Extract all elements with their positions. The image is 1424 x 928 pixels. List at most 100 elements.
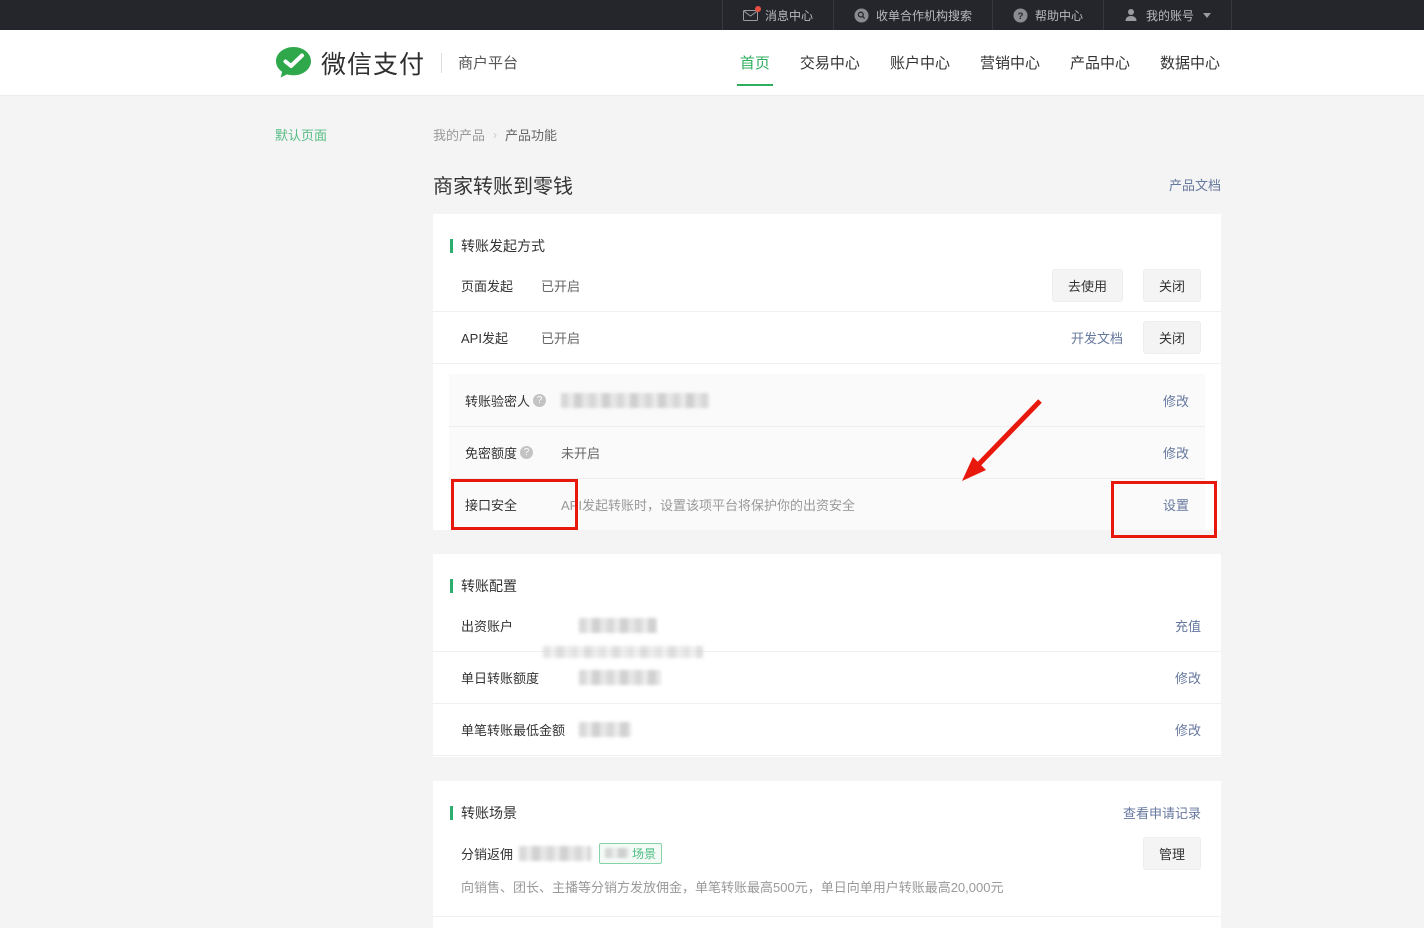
brand-name: 微信支付 <box>321 45 425 81</box>
nav-item-account-center[interactable]: 账户中心 <box>890 30 950 95</box>
badge-suffix: 场景 <box>632 845 656 862</box>
notification-dot <box>755 6 761 12</box>
row-label: 单笔转账最低金额 <box>461 720 579 739</box>
header: 微信支付 商户平台 首页 交易中心 账户中心 营销中心 产品中心 数据中心 <box>0 30 1424 96</box>
page-body: 默认页面 我的产品 › 产品功能 商家转账到零钱 产品文档 转账发起方式 页面发… <box>0 96 1424 928</box>
settings-link[interactable]: 设置 <box>1163 495 1189 514</box>
brand-divider <box>441 53 442 73</box>
masked-value <box>561 393 709 408</box>
scene-description: 向销售、团长、主播等分销方发放佣金，单笔转账最高500元，单日向单用户转账最高2… <box>433 875 1221 916</box>
section-title: 转账场景 <box>461 803 517 823</box>
page-title-row: 商家转账到零钱 产品文档 <box>433 170 1221 199</box>
row-api-initiate: API发起 已开启 开发文档 关闭 <box>433 312 1221 364</box>
section-title-row: 转账场景 查看申请记录 <box>433 803 1221 823</box>
row-label: 转账验密人 ? <box>465 391 561 410</box>
brand: 微信支付 商户平台 <box>275 45 518 81</box>
product-doc-link[interactable]: 产品文档 <box>1169 175 1221 194</box>
card-transfer-scenes: 转账场景 查看申请记录 分销返佣 场景 管理 向销售、团长、主播等分销方发放佣金… <box>433 781 1221 928</box>
section-title: 转账配置 <box>461 576 517 596</box>
section-title-row: 转账配置 <box>433 576 1221 596</box>
scene-label: 分销返佣 <box>461 844 513 863</box>
api-settings-panel: 转账验密人 ? 修改 免密额度 ? 未开启 修改 <box>449 374 1205 530</box>
topbar-item-label: 消息中心 <box>765 7 813 24</box>
chevron-down-icon <box>1203 13 1211 18</box>
masked-value <box>579 618 657 633</box>
page-title: 商家转账到零钱 <box>433 170 573 199</box>
nav-item-marketing-center[interactable]: 营销中心 <box>980 30 1040 95</box>
nav-item-data-center[interactable]: 数据中心 <box>1160 30 1220 95</box>
row-password-free-limit: 免密额度 ? 未开启 修改 <box>449 426 1205 478</box>
row-label: 出资账户 <box>461 616 579 635</box>
section-title-row: 转账发起方式 <box>433 236 1221 256</box>
masked-badge-value <box>605 848 629 858</box>
help-icon: ? <box>1013 8 1028 23</box>
brand-platform: 商户平台 <box>458 52 518 73</box>
masked-value <box>579 722 631 737</box>
sidebar-item-default-page[interactable]: 默认页面 <box>275 125 433 144</box>
modify-link[interactable]: 修改 <box>1163 391 1189 410</box>
row-verify-person: 转账验密人 ? 修改 <box>449 374 1205 426</box>
row-min-amount: 单笔转账最低金额 修改 <box>433 704 1221 756</box>
row-status: 未开启 <box>561 443 600 462</box>
masked-value <box>579 670 661 685</box>
topbar-item-my-account[interactable]: 我的账号 <box>1103 0 1232 30</box>
modify-link[interactable]: 修改 <box>1163 443 1189 462</box>
section-accent-bar <box>450 579 453 593</box>
search-icon <box>854 8 869 23</box>
row-label: 接口安全 <box>465 495 561 514</box>
row-status: 已开启 <box>541 276 580 295</box>
row-daily-limit: 单日转账额度 修改 <box>433 652 1221 704</box>
card-transfer-config: 转账配置 出资账户 充值 单日转账额度 修改 单笔转账最低金额 <box>433 554 1221 757</box>
message-icon <box>743 8 758 23</box>
topbar-item-label: 帮助中心 <box>1035 7 1083 24</box>
close-button[interactable]: 关闭 <box>1143 269 1201 302</box>
row-label: 页面发起 <box>461 276 541 295</box>
scene-count-badge: 场景 <box>599 843 662 864</box>
main-nav: 首页 交易中心 账户中心 营销中心 产品中心 数据中心 <box>740 30 1220 95</box>
topbar-item-acquirer-search[interactable]: 收单合作机构搜索 <box>833 0 992 30</box>
nav-item-transactions[interactable]: 交易中心 <box>800 30 860 95</box>
main-content: 我的产品 › 产品功能 商家转账到零钱 产品文档 转账发起方式 页面发起 已开启… <box>433 96 1221 928</box>
topbar-item-label: 收单合作机构搜索 <box>876 7 972 24</box>
nav-item-home[interactable]: 首页 <box>740 30 770 95</box>
nav-item-product-center[interactable]: 产品中心 <box>1070 30 1130 95</box>
card-transfer-methods: 转账发起方式 页面发起 已开启 去使用 关闭 API发起 已开启 开发文档 关闭 <box>433 214 1221 530</box>
masked-value <box>519 846 591 861</box>
view-records-link[interactable]: 查看申请记录 <box>1123 806 1201 821</box>
row-status: 已开启 <box>541 328 580 347</box>
wechat-pay-logo-icon <box>275 46 312 80</box>
use-button[interactable]: 去使用 <box>1052 269 1123 302</box>
row-label: API发起 <box>461 328 541 347</box>
section-title: 转账发起方式 <box>461 236 545 256</box>
topbar: 消息中心 收单合作机构搜索 ? 帮助中心 我的账号 <box>0 0 1424 30</box>
row-page-initiate: 页面发起 已开启 去使用 关闭 <box>433 260 1221 312</box>
row-description: API发起转账时，设置该项平台将保护你的出资安全 <box>561 495 855 514</box>
card-divider <box>433 916 1221 928</box>
manage-button[interactable]: 管理 <box>1143 837 1201 870</box>
modify-link[interactable]: 修改 <box>1175 668 1201 687</box>
modify-link[interactable]: 修改 <box>1175 720 1201 739</box>
breadcrumb-parent[interactable]: 我的产品 <box>433 125 485 144</box>
topbar-item-help-center[interactable]: ? 帮助中心 <box>992 0 1103 30</box>
section-accent-bar <box>450 806 453 820</box>
help-icon[interactable]: ? <box>533 394 546 407</box>
row-label: 单日转账额度 <box>461 668 579 687</box>
row-label: 免密额度 ? <box>465 443 561 462</box>
row-api-security: 接口安全 API发起转账时，设置该项平台将保护你的出资安全 设置 <box>449 478 1205 530</box>
user-icon <box>1124 8 1139 23</box>
sidebar: 默认页面 <box>275 96 433 928</box>
masked-value-secondary <box>543 646 703 658</box>
row-distribution-commission: 分销返佣 场景 管理 <box>433 831 1221 875</box>
topbar-item-label: 我的账号 <box>1146 7 1194 24</box>
row-funding-account: 出资账户 充值 <box>433 600 1221 652</box>
svg-text:?: ? <box>1018 11 1024 22</box>
section-accent-bar <box>450 239 453 253</box>
recharge-link[interactable]: 充值 <box>1175 616 1201 635</box>
dev-doc-link[interactable]: 开发文档 <box>1071 328 1123 347</box>
help-icon[interactable]: ? <box>520 446 533 459</box>
close-button[interactable]: 关闭 <box>1143 321 1201 354</box>
breadcrumb-separator: › <box>493 128 497 142</box>
breadcrumb-current: 产品功能 <box>505 125 557 144</box>
breadcrumb: 我的产品 › 产品功能 <box>433 96 1221 144</box>
topbar-item-messages[interactable]: 消息中心 <box>722 0 833 30</box>
